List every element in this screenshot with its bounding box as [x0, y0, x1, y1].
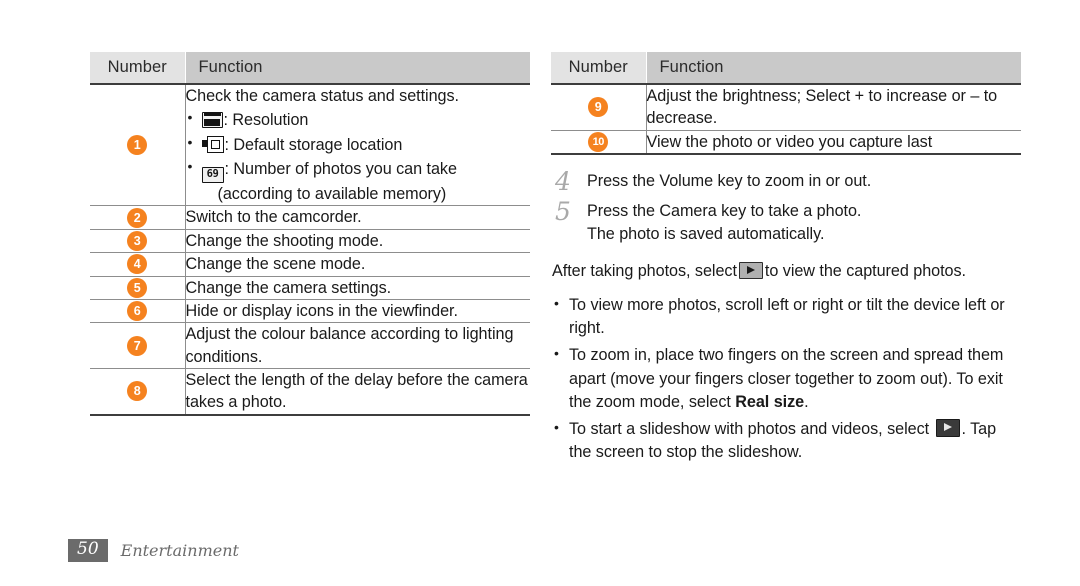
footer-section-label: Entertainment [120, 541, 239, 561]
row-function-cell: Hide or display icons in the viewfinder. [185, 301, 458, 320]
play-button-icon-dark [935, 418, 960, 437]
row-number-cell: 2 [90, 205, 186, 230]
list-item: : Default storage location [186, 133, 531, 156]
column-header-number: Number [551, 52, 647, 84]
number-badge-3: 3 [127, 230, 148, 251]
list-item-continuation: (according to available memory) [217, 185, 447, 204]
step-text: Press the Camera key to take a photo. [587, 202, 862, 221]
resolution-icon [201, 112, 223, 129]
list-item-label: : Number of photos you can take [224, 160, 457, 179]
table-row: 8 Select the length of the delay before … [90, 368, 530, 415]
number-badge-10: 10 [588, 131, 609, 152]
row-number-cell: 6 [90, 299, 186, 323]
photo-count-icon: 69 [201, 167, 224, 184]
table-header: Number Function [90, 52, 530, 84]
camera-functions-table-right: Number Function 9 Adjust the brightness;… [551, 52, 1021, 155]
numbered-steps: 4 Press the Volume key to zoom in or out… [551, 167, 1021, 246]
table-row: 2 Switch to the camcorder. [90, 205, 530, 230]
row-function-cell: Change the camera settings. [185, 278, 392, 297]
row-number-cell: 8 [90, 368, 186, 415]
row-function-cell: Adjust the brightness; Select + to incre… [646, 87, 998, 128]
right-column: Number Function 9 Adjust the brightness;… [551, 52, 1021, 468]
row-function-cell: View the photo or video you capture last [646, 132, 933, 151]
row-function-cell: Change the scene mode. [185, 255, 366, 274]
table-row: 4 Change the scene mode. [90, 252, 530, 277]
column-header-function: Function [185, 52, 530, 84]
list-item: 69: Number of photos you can take (accor… [186, 157, 531, 205]
number-badge-5: 5 [127, 277, 148, 298]
paragraph-text-before: After taking photos, select [552, 262, 737, 281]
list-item-text-post: . [804, 392, 809, 411]
number-badge-1: 1 [127, 135, 148, 156]
row-number-cell: 5 [90, 276, 186, 300]
row-function-cell: Switch to the camcorder. [185, 208, 362, 227]
number-badge-9: 9 [588, 97, 609, 118]
row-number-cell: 9 [551, 84, 647, 131]
list-item-label: : Default storage location [224, 135, 403, 154]
storage-icon [201, 135, 224, 153]
row-number-cell: 4 [90, 252, 186, 277]
gallery-tips-list: To view more photos, scroll left or righ… [551, 293, 1021, 464]
camera-functions-table-left: Number Function 1 Check the camera statu… [90, 52, 530, 416]
table-row: 7 Adjust the colour balance according to… [90, 322, 530, 369]
table-row: 10 View the photo or video you capture l… [551, 130, 1021, 155]
row-number-cell: 1 [90, 84, 186, 206]
page-number: 50 [68, 539, 108, 562]
column-header-number: Number [90, 52, 186, 84]
step-4: 4 Press the Volume key to zoom in or out… [551, 167, 1021, 196]
row-function-cell: Change the shooting mode. [185, 231, 384, 250]
step-subtext: The photo is saved automatically. [587, 225, 825, 244]
step-5: 5 Press the Camera key to take a photo. … [551, 197, 1021, 246]
step-number: 5 [555, 197, 571, 227]
list-item: : Resolution [186, 108, 531, 131]
row-function-cell: Select the length of the delay before th… [185, 370, 528, 412]
table-row: 3 Change the shooting mode. [90, 229, 530, 253]
row-function-cell: Check the camera status and settings. : … [185, 84, 530, 206]
list-item-text: To view more photos, scroll left or righ… [569, 296, 1005, 338]
play-button-icon-light [738, 262, 763, 280]
list-item: To view more photos, scroll left or righ… [551, 293, 1021, 340]
list-item-text-pre: To start a slideshow with photos and vid… [569, 419, 934, 438]
table-row: 5 Change the camera settings. [90, 276, 530, 300]
number-badge-4: 4 [127, 254, 148, 275]
page-footer: 50 Entertainment [68, 539, 239, 562]
table-row: 6 Hide or display icons in the viewfinde… [90, 299, 530, 323]
status-icon-list: : Resolution : Default storage location … [186, 108, 531, 205]
number-badge-2: 2 [127, 207, 148, 228]
list-item: To start a slideshow with photos and vid… [551, 417, 1021, 464]
paragraph-text-after: to view the captured photos. [764, 262, 966, 281]
real-size-label: Real size [735, 392, 805, 411]
after-taking-photos-paragraph: After taking photos, select to view the c… [551, 260, 1021, 283]
step-text: Press the Volume key to zoom in or out. [587, 172, 872, 191]
table-header: Number Function [551, 52, 1021, 84]
row-number-cell: 10 [551, 130, 647, 155]
number-badge-7: 7 [127, 335, 148, 356]
list-item-label: : Resolution [223, 111, 309, 130]
left-column: Number Function 1 Check the camera statu… [90, 52, 530, 416]
table-row: 1 Check the camera status and settings. … [90, 84, 530, 206]
manual-page: Number Function 1 Check the camera statu… [0, 0, 1080, 586]
row-intro-text: Check the camera status and settings. [185, 87, 460, 105]
column-header-function: Function [646, 52, 1021, 84]
row-number-cell: 3 [90, 229, 186, 253]
list-item: To zoom in, place two fingers on the scr… [551, 343, 1021, 413]
row-function-cell: Adjust the colour balance according to l… [185, 325, 514, 366]
table-row: 9 Adjust the brightness; Select + to inc… [551, 84, 1021, 131]
row-number-cell: 7 [90, 322, 186, 369]
number-badge-6: 6 [127, 301, 148, 322]
number-badge-8: 8 [127, 381, 148, 402]
